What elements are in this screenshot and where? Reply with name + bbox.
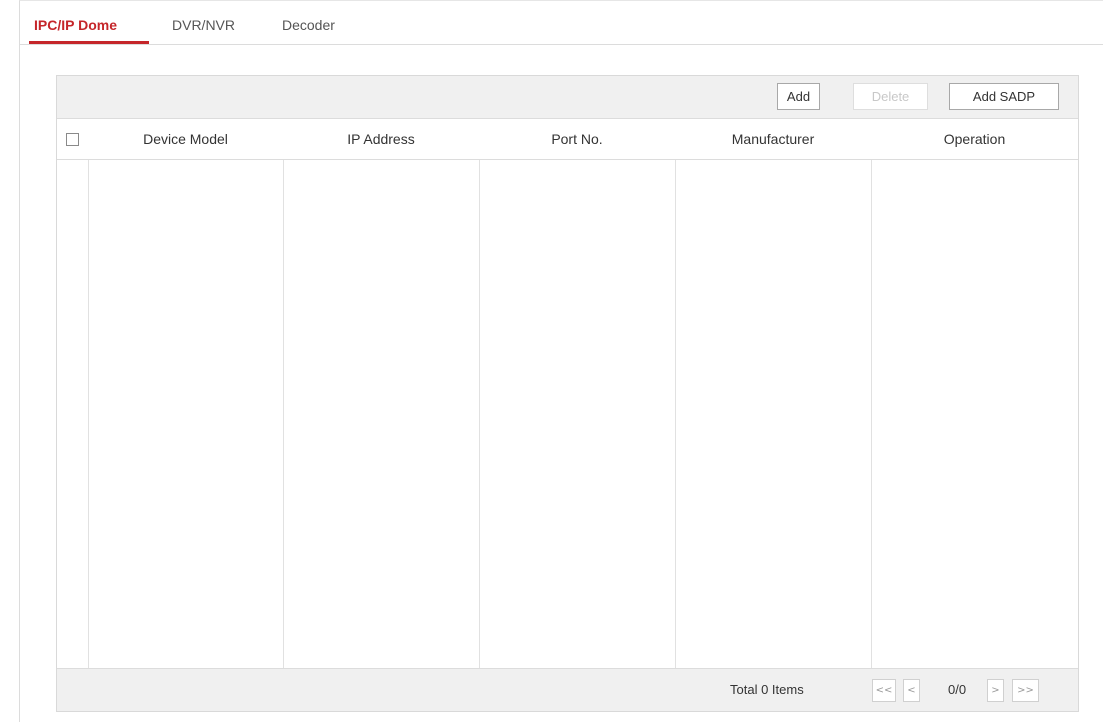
toolbar: Add Delete Add SADP [57,76,1078,118]
column-divider [88,118,89,668]
device-table: Device Model IP Address Port No. Manufac… [57,118,1078,668]
column-header-ip-address[interactable]: IP Address [283,119,479,159]
tab-bar: IPC/IP Dome DVR/NVR Decoder [20,0,1103,45]
table-header: Device Model IP Address Port No. Manufac… [57,118,1078,160]
device-list-panel: Add Delete Add SADP Device Model IP Addr… [56,75,1079,712]
column-header-port-no[interactable]: Port No. [479,119,675,159]
tab-decoder[interactable]: Decoder [282,17,335,33]
tab-ipc-ip-dome[interactable]: IPC/IP Dome [34,17,117,33]
prev-page-button[interactable]: < [903,679,920,702]
column-divider [479,118,480,668]
column-divider [283,118,284,668]
column-header-device-model[interactable]: Device Model [88,119,283,159]
select-all-checkbox[interactable] [66,133,79,146]
column-divider [871,118,872,668]
first-page-button[interactable]: << [872,679,896,702]
pagination-bar: Total 0 Items << < 0/0 > >> [57,668,1078,711]
add-sadp-button[interactable]: Add SADP [949,83,1059,110]
column-header-operation: Operation [943,131,1006,147]
page-indicator: 0/0 [948,682,967,697]
add-button[interactable]: Add [777,83,820,110]
column-header-manufacturer[interactable]: Manufacturer [675,119,871,159]
column-divider [675,118,676,668]
last-page-button[interactable]: >> [1012,679,1039,702]
delete-button[interactable]: Delete [853,83,928,110]
total-items-label: Total 0 Items [730,682,804,697]
active-tab-indicator [29,41,149,44]
next-page-button[interactable]: > [987,679,1004,702]
tab-dvr-nvr[interactable]: DVR/NVR [172,17,235,33]
